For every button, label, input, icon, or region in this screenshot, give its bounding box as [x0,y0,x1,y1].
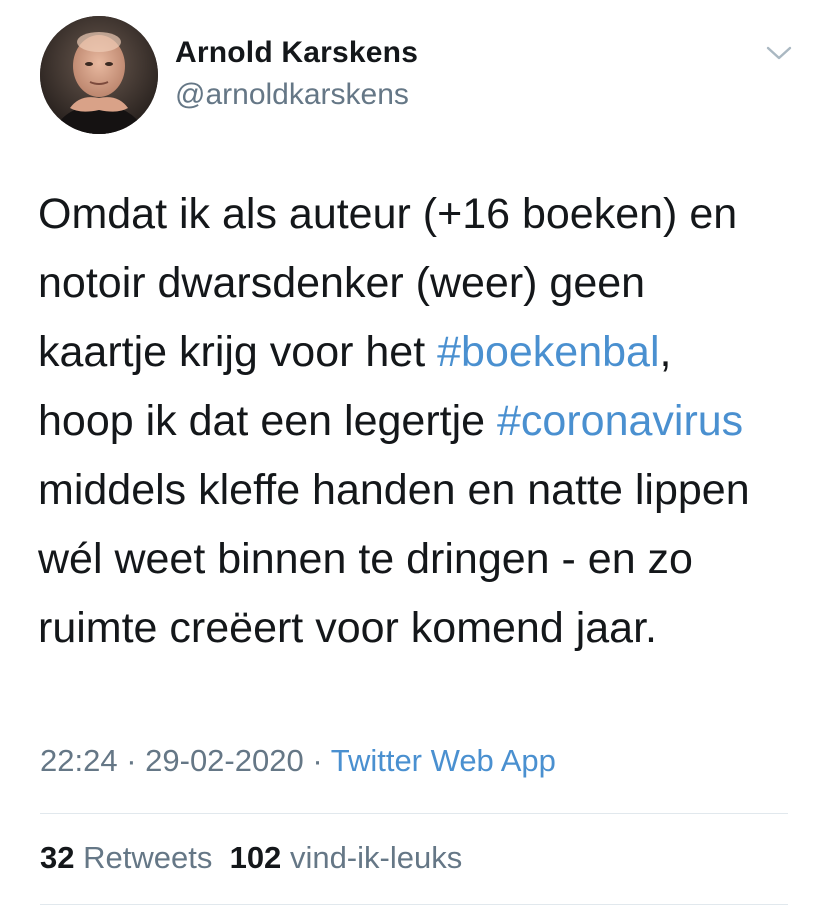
tweet-text-segment: wél weet binnen te dringen - en zo [38,535,693,583]
tweet-source-link[interactable]: Twitter Web App [331,743,556,778]
author-name[interactable]: Arnold Karskens [175,36,418,70]
author-handle[interactable]: @arnoldkarskens [175,78,409,112]
divider [40,813,788,814]
retweets-stat[interactable]: 32 Retweets [40,840,212,875]
divider [40,904,788,905]
tweet-text-line: kaartje krijg voor het #boekenbal, [38,318,808,387]
meta-separator: · [117,743,146,778]
hashtag-link[interactable]: #coronavirus [497,397,743,445]
tweet-text-segment: , [659,328,672,376]
tweet-text: Omdat ik als auteur (+16 boeken) en notoi… [38,180,808,663]
avatar[interactable] [40,16,158,134]
tweet-text-line: ruimte creëert voor komend jaar. [38,594,808,663]
likes-label: vind-ik-leuks [289,840,463,875]
tweet-stats: 32 Retweets 102 vind-ik-leuks [40,840,462,876]
hashtag-link[interactable]: #boekenbal [437,328,659,376]
retweets-label: Retweets [83,840,213,875]
meta-separator: · [303,743,331,778]
likes-count: 102 [229,840,282,875]
tweet-text-line: hoop ik dat een legertje #coronavirus [38,387,808,456]
tweet-text-segment: Omdat ik als auteur (+16 boeken) en [38,190,738,238]
tweet-text-line: middels kleffe handen en natte lippen [38,456,808,525]
tweet-time: 22:24 [40,743,118,778]
chevron-down-icon [766,46,792,60]
tweet-text-line: wél weet binnen te dringen - en zo [38,525,808,594]
tweet-detail: Arnold Karskens @arnoldkarskens Omdat ik… [0,0,828,913]
tweet-text-segment: middels kleffe handen en natte lippen [38,466,750,514]
tweet-text-line: notoir dwarsdenker (weer) geen [38,249,808,318]
tweet-text-segment: hoop ik dat een legertje [38,397,497,445]
tweet-menu-button[interactable] [762,40,796,66]
avatar-portrait [40,16,158,134]
tweet-date: 29-02-2020 [145,743,304,778]
tweet-text-line: Omdat ik als auteur (+16 boeken) en [38,180,808,249]
retweets-count: 32 [40,840,75,875]
tweet-text-segment: notoir dwarsdenker (weer) geen [38,259,646,307]
tweet-text-segment: kaartje krijg voor het [38,328,438,376]
tweet-meta: 22:24 · 29-02-2020 · Twitter Web App [40,743,556,779]
likes-stat[interactable]: 102 vind-ik-leuks [230,840,463,875]
tweet-text-segment: ruimte creëert voor komend jaar. [38,604,657,652]
